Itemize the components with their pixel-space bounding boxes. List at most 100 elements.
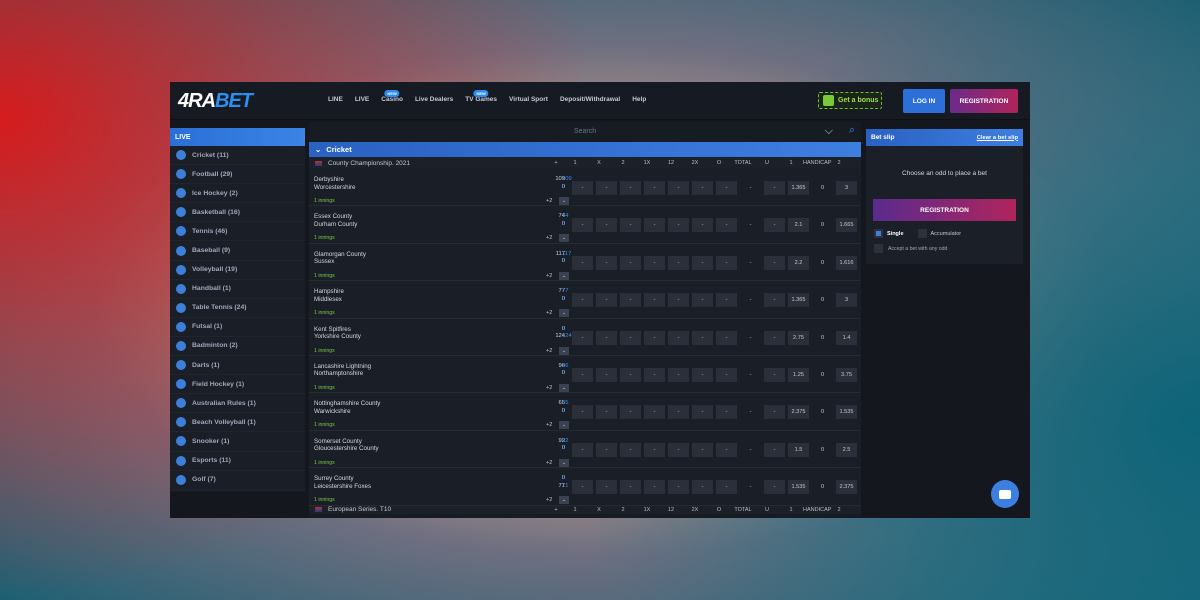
match-teams[interactable]: Glamorgan County Sussex <box>314 251 366 266</box>
odd-cell[interactable]: 2.1 <box>788 218 809 233</box>
match-teams[interactable]: Hampshire Middlesex <box>314 288 344 303</box>
clear-bet-slip-link[interactable]: Clear a bet slip <box>977 135 1018 141</box>
odd-cell[interactable]: - <box>572 480 593 495</box>
chevron-down-icon[interactable]: ⌄ <box>559 271 569 280</box>
sidebar-item-snooker[interactable]: Snooker (1) <box>170 432 305 452</box>
odd-cell[interactable]: - <box>668 181 689 195</box>
chevron-down-icon[interactable]: ⌄ <box>559 496 569 505</box>
chevron-down-icon[interactable]: ⌄ <box>559 383 569 392</box>
odd-cell[interactable]: - <box>644 405 665 420</box>
odd-cell[interactable]: - <box>572 255 593 270</box>
odd-cell[interactable]: - <box>596 442 617 457</box>
odd-cell[interactable]: - <box>620 181 641 195</box>
single-checkbox[interactable] <box>874 229 883 238</box>
odd-cell[interactable]: 2.5 <box>836 442 857 457</box>
odd-cell[interactable]: - <box>572 218 593 233</box>
odd-cell[interactable]: - <box>668 330 689 345</box>
odd-cell[interactable]: - <box>620 255 641 270</box>
nav-item-live[interactable]: LIVE <box>355 96 369 103</box>
sidebar-item-cricket[interactable]: Cricket (11) <box>170 146 305 166</box>
match-row[interactable]: Glamorgan County Sussex 1 innings 117 0 117 0 +… <box>309 243 861 282</box>
odd-cell[interactable]: - <box>692 480 713 495</box>
odd-cell[interactable]: 2.2 <box>788 255 809 270</box>
odd-cell[interactable]: - <box>572 293 593 308</box>
odd-cell[interactable]: - <box>716 330 737 345</box>
more-markets-count[interactable]: +2 <box>546 422 552 428</box>
odd-cell[interactable]: - <box>692 293 713 308</box>
more-markets-count[interactable]: +2 <box>546 385 552 391</box>
odd-cell[interactable]: - <box>716 255 737 270</box>
registration-button[interactable]: REGISTRATION <box>950 89 1018 113</box>
odd-cell[interactable]: - <box>620 480 641 495</box>
match-row[interactable]: Hampshire Middlesex 1 innings 77 0 77 0 +2 ⌄ - - - -… <box>309 281 861 319</box>
nav-item-live-dealers[interactable]: Live Dealers <box>415 96 453 103</box>
chevron-down-icon[interactable]: ⌄ <box>559 197 569 205</box>
odd-cell[interactable]: 1.365 <box>788 181 809 195</box>
nav-item-virtual-sport[interactable]: Virtual Sport <box>509 96 548 103</box>
sidebar-item-golf[interactable]: Golf (7) <box>170 471 305 490</box>
odd-cell[interactable]: - <box>764 405 785 420</box>
match-teams[interactable]: Essex County Durham County <box>314 213 357 228</box>
odd-cell[interactable]: - <box>716 181 737 195</box>
odd-cell[interactable]: - <box>620 330 641 345</box>
more-markets-count[interactable]: +2 <box>546 348 552 354</box>
odd-cell[interactable]: - <box>644 218 665 233</box>
chevron-down-icon[interactable]: ⌵ <box>825 125 833 138</box>
odd-cell[interactable]: - <box>716 442 737 457</box>
nav-item-casino[interactable]: Casino NEW <box>381 90 403 103</box>
odd-cell[interactable]: 1.535 <box>788 480 809 495</box>
odd-cell[interactable]: 3 <box>836 293 857 308</box>
odd-cell[interactable]: - <box>692 330 713 345</box>
more-markets-count[interactable]: +2 <box>546 198 552 204</box>
odd-cell[interactable]: - <box>716 367 737 382</box>
odd-cell[interactable]: 1.665 <box>836 218 857 233</box>
sidebar-item-darts[interactable]: Darts (1) <box>170 356 305 376</box>
odd-cell[interactable]: - <box>572 181 593 195</box>
sidebar-item-tennis[interactable]: Tennis (46) <box>170 222 305 242</box>
odd-cell[interactable]: - <box>596 181 617 195</box>
match-teams[interactable]: Surrey County Leicestershire Foxes <box>314 475 371 490</box>
odd-cell[interactable]: - <box>764 218 785 233</box>
odd-cell[interactable]: - <box>596 218 617 233</box>
accumulator-checkbox[interactable] <box>917 229 927 238</box>
bet-slip-registration-button[interactable]: REGISTRATION <box>873 199 1016 221</box>
more-markets-count[interactable]: +2 <box>546 460 552 466</box>
odd-cell[interactable]: - <box>596 480 617 495</box>
match-row[interactable]: Derbyshire Worcestershire 1 innings 109 0 109… <box>309 169 861 207</box>
odd-cell[interactable]: - <box>692 255 713 270</box>
more-markets-count[interactable]: +2 <box>546 310 552 316</box>
odd-cell[interactable]: - <box>764 293 785 308</box>
logo[interactable]: 4RABET <box>178 90 253 113</box>
sidebar-item-basketball[interactable]: Basketball (16) <box>170 203 305 223</box>
odd-cell[interactable]: - <box>668 293 689 308</box>
accept-any-odd-option[interactable]: Accept a bet with any odd <box>866 238 1023 253</box>
odd-cell[interactable]: - <box>572 330 593 345</box>
nav-item-deposit-withdrawal[interactable]: Deposit/Withdrawal <box>560 96 620 103</box>
odd-cell[interactable]: - <box>692 367 713 382</box>
match-row[interactable]: Lancashire Lightning Northamptonshire 1 in… <box>309 355 861 394</box>
odd-cell[interactable]: - <box>620 293 641 308</box>
more-markets-count[interactable]: +2 <box>546 273 552 279</box>
sidebar-item-futsal[interactable]: Futsal (1) <box>170 318 305 337</box>
match-row[interactable]: Nottinghamshire County Warwickshire 1 inni… <box>309 393 861 431</box>
chevron-down-icon[interactable]: ⌄ <box>559 421 569 430</box>
odd-cell[interactable]: - <box>596 293 617 308</box>
get-bonus-button[interactable]: Get a bonus <box>818 92 882 109</box>
match-teams[interactable]: Somerset County Gloucestershire County <box>314 438 379 453</box>
odd-cell[interactable]: - <box>572 442 593 457</box>
match-row[interactable]: Somerset County Gloucestershire County 1 i… <box>309 430 861 469</box>
odd-cell[interactable]: - <box>764 442 785 457</box>
match-teams[interactable]: Nottinghamshire County Warwickshire <box>314 400 380 415</box>
odd-cell[interactable]: - <box>668 405 689 420</box>
search-input[interactable]: Search <box>574 128 596 135</box>
odd-cell[interactable]: - <box>716 405 737 420</box>
odd-cell[interactable]: 1.4 <box>836 330 857 345</box>
odd-cell[interactable]: - <box>692 218 713 233</box>
odd-cell[interactable]: - <box>668 218 689 233</box>
odd-cell[interactable]: 2.375 <box>836 480 857 495</box>
odd-cell[interactable]: - <box>644 442 665 457</box>
search-bar[interactable]: Search ⌵ ⌕ <box>309 122 861 140</box>
search-icon[interactable]: ⌕ <box>849 124 855 137</box>
chat-button[interactable] <box>991 480 1019 508</box>
odd-cell[interactable]: 3 <box>836 181 857 195</box>
